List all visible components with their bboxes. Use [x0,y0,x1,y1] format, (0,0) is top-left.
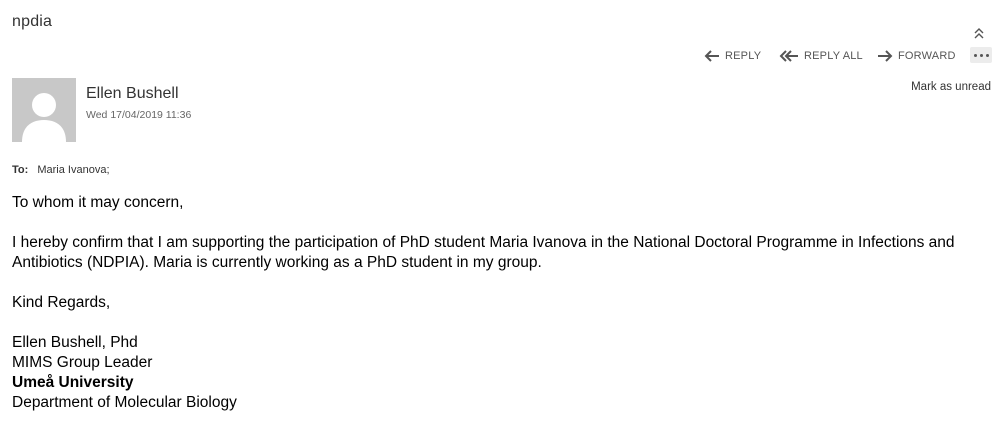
signature-university: Umeå University [12,374,134,391]
reply-all-arrow-icon [779,50,798,62]
signature-title: MIMS Group Leader [12,354,153,371]
person-silhouette-icon [12,78,76,142]
ellipsis-icon [973,53,989,57]
to-recipient[interactable]: Maria Ivanova; [37,164,109,176]
mark-as-unread-link[interactable]: Mark as unread [911,81,991,93]
collapse-button[interactable] [971,25,987,43]
signature-department: Department of Molecular Biology [12,394,237,411]
reply-button[interactable]: REPLY [704,47,761,65]
signature-name: Ellen Bushell, Phd [12,334,138,351]
forward-arrow-icon [878,50,893,62]
to-label: To: [12,164,29,176]
reply-all-button[interactable]: REPLY ALL [779,47,863,65]
avatar[interactable] [12,78,76,142]
reply-arrow-icon [704,50,719,62]
sent-date: Wed 17/04/2019 11:36 [86,109,192,121]
sender-name[interactable]: Ellen Bushell [86,85,179,103]
email-body: To whom it may concern, I hereby confirm… [12,193,992,413]
chevron-double-up-icon [974,28,984,39]
to-line: To: Maria Ivanova; [12,164,110,176]
body-closing: Kind Regards, [12,294,111,311]
forward-label: FORWARD [898,50,956,62]
forward-button[interactable]: FORWARD [877,47,956,65]
body-paragraph: I hereby confirm that I am supporting th… [12,234,955,271]
signature: Ellen Bushell, Phd MIMS Group Leader Ume… [12,333,992,413]
reply-all-label: REPLY ALL [804,50,863,62]
body-greeting: To whom it may concern, [12,194,184,211]
reply-label: REPLY [725,50,762,62]
email-subject: npdia [12,13,53,30]
more-actions-button[interactable] [970,47,992,63]
email-action-bar: REPLY REPLY ALL FORWARD [0,47,1000,67]
